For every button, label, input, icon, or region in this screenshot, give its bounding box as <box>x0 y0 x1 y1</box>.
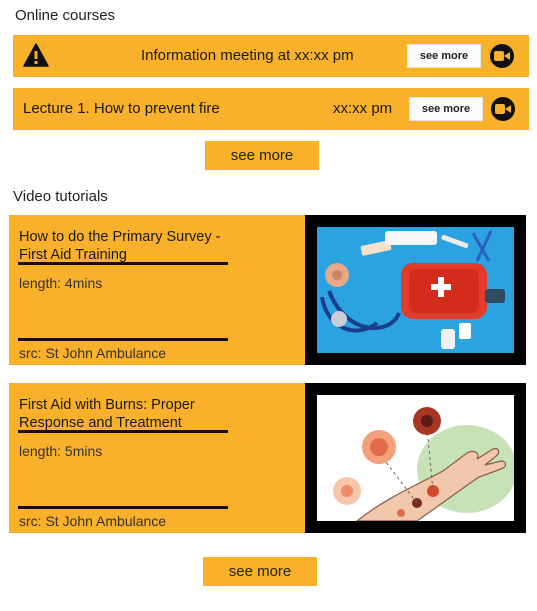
info-meeting-see-more-button[interactable]: see more <box>407 44 481 68</box>
lecture-bar: Lecture 1. How to prevent fire xx:xx pm … <box>13 88 529 130</box>
divider <box>18 506 228 509</box>
video-length: length: 5mins <box>19 443 103 459</box>
info-meeting-bar: Information meeting at xx:xx pm see more <box>13 35 529 77</box>
first-aid-kit-image <box>317 227 514 353</box>
video-card[interactable]: How to do the Primary Survey - First Aid… <box>9 215 526 365</box>
video-tutorials-see-more-button[interactable]: see more <box>203 557 317 586</box>
video-source: src: St John Ambulance <box>19 513 167 529</box>
video-camera-icon[interactable] <box>490 44 514 68</box>
video-length: length: 4mins <box>19 275 103 291</box>
divider <box>18 338 228 341</box>
divider <box>18 262 228 265</box>
video-camera-icon[interactable] <box>491 97 515 121</box>
video-title[interactable]: How to do the Primary Survey - First Aid… <box>19 228 239 264</box>
video-thumbnail[interactable] <box>305 215 526 365</box>
video-card[interactable]: First Aid with Burns: Proper Response an… <box>9 383 526 533</box>
online-courses-see-more-button[interactable]: see more <box>205 141 319 170</box>
info-meeting-text: Information meeting at xx:xx pm <box>141 47 354 64</box>
lecture-time: xx:xx pm <box>333 100 393 117</box>
divider <box>18 430 228 433</box>
video-tutorials-title: Video tutorials <box>13 188 108 205</box>
warning-icon <box>23 43 49 67</box>
burn-degrees-illustration <box>317 395 514 521</box>
lecture-title: Lecture 1. How to prevent fire <box>23 100 220 117</box>
online-courses-title: Online courses <box>15 7 116 24</box>
video-title[interactable]: First Aid with Burns: Proper Response an… <box>19 396 239 432</box>
video-source: src: St John Ambulance <box>19 345 167 361</box>
lecture-see-more-button[interactable]: see more <box>409 97 483 121</box>
video-thumbnail[interactable] <box>305 383 526 533</box>
